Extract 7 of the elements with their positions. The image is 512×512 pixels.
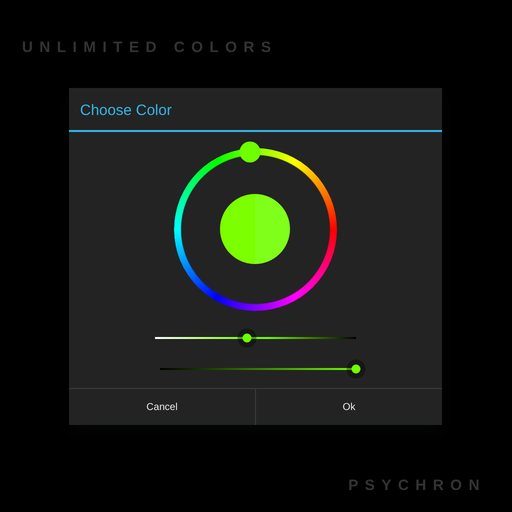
slider-thumb[interactable]	[352, 364, 360, 374]
color-preview	[220, 194, 290, 264]
hue-thumb[interactable]	[240, 141, 261, 162]
dialog-title: Choose Color	[69, 88, 442, 132]
ok-button[interactable]: Ok	[255, 389, 442, 425]
slider-thumb[interactable]	[242, 334, 252, 342]
cancel-button[interactable]: Cancel	[69, 389, 255, 425]
